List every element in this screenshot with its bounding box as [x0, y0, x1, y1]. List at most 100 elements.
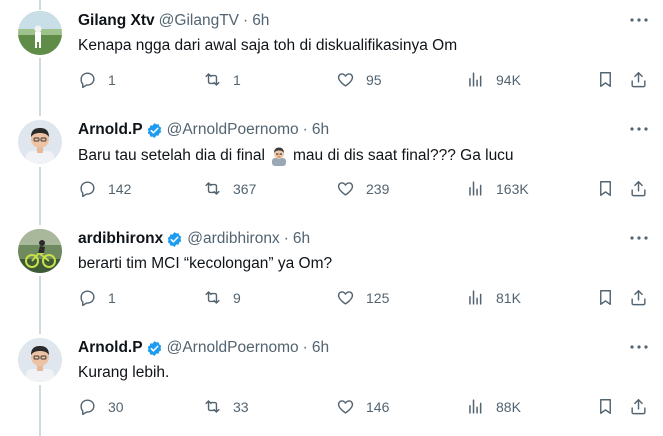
tweet-text: Kurang lebih.: [78, 364, 169, 382]
tweet-text: berarti tim MCI “kecolongan” ya Om?: [78, 255, 332, 273]
view-count: 88K: [496, 398, 521, 415]
author-name[interactable]: Arnold.P: [78, 121, 143, 139]
timestamp[interactable]: 6h: [252, 12, 269, 30]
tweet-actions: 142 367 239 163K: [0, 179, 663, 201]
like-button[interactable]: 95: [336, 70, 382, 89]
heart-icon: [337, 182, 354, 196]
tweet-actions: 30 33 146 88K: [0, 397, 663, 419]
retweet-button[interactable]: 367: [203, 179, 256, 198]
like-count: 146: [366, 398, 390, 415]
views-button[interactable]: 94K: [466, 70, 521, 89]
tweet-text-content: berarti tim MCI “kecolongan” ya Om?: [78, 255, 333, 272]
bookmark-icon: [600, 290, 611, 305]
reply-button[interactable]: 1: [78, 288, 116, 307]
tweet-actions: 1 1 95 94K: [0, 70, 663, 92]
avatar[interactable]: [18, 120, 62, 164]
views-button[interactable]: 88K: [466, 397, 521, 416]
retweet-button[interactable]: 9: [203, 288, 241, 307]
verified-badge-icon: [147, 122, 161, 138]
tweet-text-content: Baru tau setelah dia di final: [78, 147, 265, 164]
retweet-count: 9: [233, 289, 241, 306]
reply-button[interactable]: 142: [78, 179, 131, 198]
reply-icon: [80, 181, 95, 198]
separator-dot: ·: [283, 230, 289, 247]
tweet-text: Kenapa ngga dari awal saja toh di diskua…: [78, 37, 457, 55]
more-options-icon[interactable]: [629, 231, 649, 245]
author-handle[interactable]: @ArnoldPoernomo: [167, 339, 299, 357]
bookmark-button[interactable]: [596, 70, 615, 94]
separator-dot: ·: [302, 339, 308, 356]
share-icon: [631, 399, 646, 415]
share-button[interactable]: [629, 70, 648, 94]
tweet-text-content: Kenapa ngga dari awal saja toh di diskua…: [78, 37, 458, 54]
tweet[interactable]: Gilang Xtv @GilangTV · 6h Kenapa ngga da…: [0, 0, 663, 109]
reply-button[interactable]: 30: [78, 397, 124, 416]
like-button[interactable]: 125: [336, 288, 389, 307]
view-count: 94K: [496, 71, 521, 88]
share-button[interactable]: [629, 179, 648, 203]
verified-badge-icon: [147, 340, 161, 356]
avatar[interactable]: [18, 11, 62, 55]
tweet[interactable]: ardibhironx @ardibhironx · 6h berarti ti…: [0, 218, 663, 327]
more-options-icon[interactable]: [629, 13, 649, 27]
heart-icon: [337, 291, 354, 305]
views-chart-icon: [469, 181, 482, 196]
views-chart-icon: [469, 290, 482, 305]
tweet-actions: 1 9 125 81K: [0, 288, 663, 310]
retweet-button[interactable]: 1: [203, 70, 241, 89]
timestamp[interactable]: 6h: [312, 339, 329, 357]
tweet-text: Baru tau setelah dia di final mau di dis…: [78, 146, 514, 166]
views-chart-icon: [469, 399, 482, 414]
reply-button[interactable]: 1: [78, 70, 116, 89]
bookmark-button[interactable]: [596, 397, 615, 421]
like-button[interactable]: 239: [336, 179, 389, 198]
retweet-icon: [205, 182, 220, 195]
bookmark-button[interactable]: [596, 288, 615, 312]
bookmark-icon: [600, 399, 611, 414]
reply-count: 142: [108, 180, 132, 197]
share-button[interactable]: [629, 288, 648, 312]
retweet-icon: [205, 400, 220, 413]
share-icon: [631, 290, 646, 306]
author-handle[interactable]: @GilangTV: [159, 12, 239, 30]
separator-dot: ·: [243, 12, 249, 29]
share-button[interactable]: [629, 397, 648, 421]
man-gesturing-icon: [271, 147, 286, 166]
author-name[interactable]: Gilang Xtv: [78, 12, 155, 30]
author-name[interactable]: Arnold.P: [78, 339, 143, 357]
author-handle[interactable]: @ardibhironx: [187, 230, 279, 248]
timestamp[interactable]: 6h: [312, 121, 329, 139]
author-handle[interactable]: @ArnoldPoernomo: [167, 121, 299, 139]
avatar[interactable]: [18, 338, 62, 382]
bookmark-button[interactable]: [596, 179, 615, 203]
retweet-button[interactable]: 33: [203, 397, 249, 416]
reply-count: 30: [108, 398, 124, 415]
retweet-count: 1: [233, 71, 241, 88]
tweet[interactable]: Arnold.P @ArnoldPoernomo · 6h Baru tau s…: [0, 109, 663, 218]
more-options-icon[interactable]: [629, 340, 649, 354]
view-count: 163K: [496, 180, 529, 197]
like-count: 125: [366, 289, 390, 306]
reply-icon: [80, 399, 95, 416]
views-button[interactable]: 81K: [466, 288, 521, 307]
heart-icon: [337, 73, 354, 87]
verified-badge-icon: [168, 231, 182, 247]
retweet-count: 367: [233, 180, 257, 197]
share-icon: [631, 72, 646, 88]
reply-icon: [80, 290, 95, 307]
view-count: 81K: [496, 289, 521, 306]
views-button[interactable]: 163K: [466, 179, 529, 198]
like-button[interactable]: 146: [336, 397, 389, 416]
tweet-text-continuation: mau di dis saat final??? Ga lucu: [292, 147, 514, 164]
tweet[interactable]: Arnold.P @ArnoldPoernomo · 6h Kurang leb…: [0, 327, 663, 436]
timestamp[interactable]: 6h: [293, 230, 310, 248]
bookmark-icon: [600, 72, 611, 87]
more-options-icon[interactable]: [629, 122, 649, 136]
heart-icon: [337, 400, 354, 414]
avatar[interactable]: [18, 229, 62, 273]
views-chart-icon: [469, 72, 482, 87]
reply-count: 1: [108, 289, 116, 306]
author-name[interactable]: ardibhironx: [78, 230, 163, 248]
retweet-icon: [205, 73, 220, 86]
bookmark-icon: [600, 181, 611, 196]
